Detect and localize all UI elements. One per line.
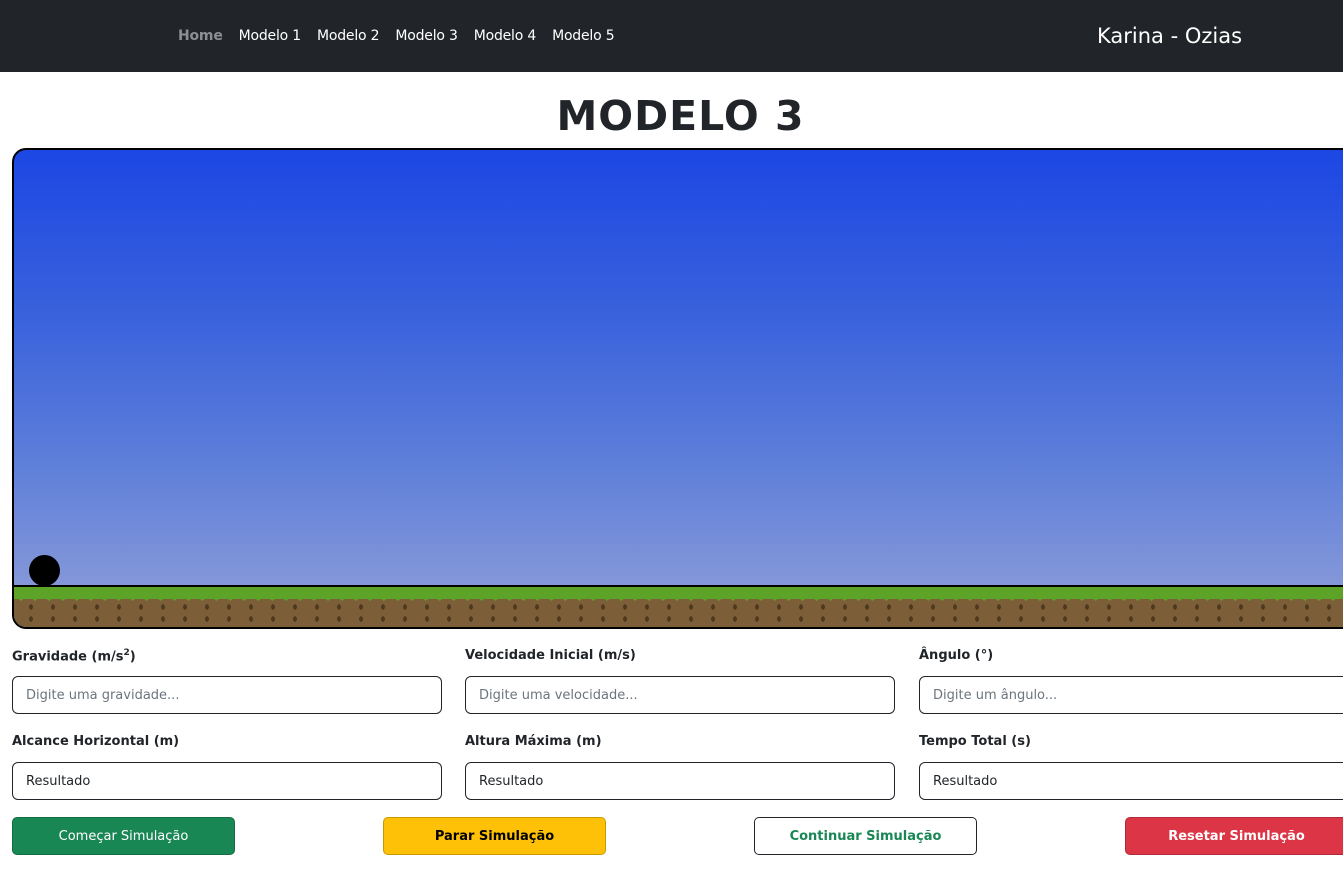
- start-simulation-button[interactable]: Começar Simulação: [12, 817, 235, 855]
- gravity-field: Gravidade (m/s2): [12, 648, 442, 714]
- total-time-label: Tempo Total (s): [919, 734, 1031, 749]
- continue-simulation-button[interactable]: Continuar Simulação: [754, 817, 977, 855]
- angle-input[interactable]: [919, 676, 1343, 714]
- stop-simulation-button[interactable]: Parar Simulação: [383, 817, 606, 855]
- range-label: Alcance Horizontal (m): [12, 734, 180, 749]
- nav-link-modelo-5[interactable]: Modelo 5: [552, 28, 615, 44]
- nav-link-modelo-2[interactable]: Modelo 2: [317, 28, 380, 44]
- gravity-label: Gravidade (m/s2): [12, 648, 136, 665]
- nav-link-modelo-4[interactable]: Modelo 4: [474, 28, 537, 44]
- nav-links: Home Modelo 1 Modelo 2 Modelo 3 Modelo 4…: [178, 0, 615, 72]
- max-height-label: Altura Máxima (m): [465, 734, 602, 749]
- nav-link-modelo-3[interactable]: Modelo 3: [395, 28, 458, 44]
- ground-dirt: [14, 599, 1343, 627]
- velocity-label: Velocidade Inicial (m/s): [465, 648, 636, 663]
- angle-label: Ângulo (°): [919, 648, 994, 663]
- total-time-output[interactable]: [919, 762, 1343, 800]
- range-output[interactable]: [12, 762, 442, 800]
- simulation-canvas: [12, 148, 1343, 629]
- gravity-input[interactable]: [12, 676, 442, 714]
- page-title: MODELO 3: [556, 92, 805, 140]
- range-field: Alcance Horizontal (m): [12, 734, 442, 800]
- max-height-output[interactable]: [465, 762, 895, 800]
- grass-edge: [14, 595, 1343, 601]
- navbar-brand[interactable]: Karina - Ozias: [1097, 0, 1242, 72]
- total-time-field: Tempo Total (s): [919, 734, 1343, 800]
- nav-link-modelo-1[interactable]: Modelo 1: [239, 28, 302, 44]
- velocity-field: Velocidade Inicial (m/s): [465, 648, 895, 714]
- nav-link-home[interactable]: Home: [178, 28, 223, 44]
- reset-simulation-button[interactable]: Resetar Simulação: [1125, 817, 1343, 855]
- max-height-field: Altura Máxima (m): [465, 734, 895, 800]
- velocity-input[interactable]: [465, 676, 895, 714]
- navbar: Home Modelo 1 Modelo 2 Modelo 3 Modelo 4…: [0, 0, 1343, 72]
- angle-field: Ângulo (°): [919, 648, 1343, 714]
- projectile-ball: [29, 555, 60, 586]
